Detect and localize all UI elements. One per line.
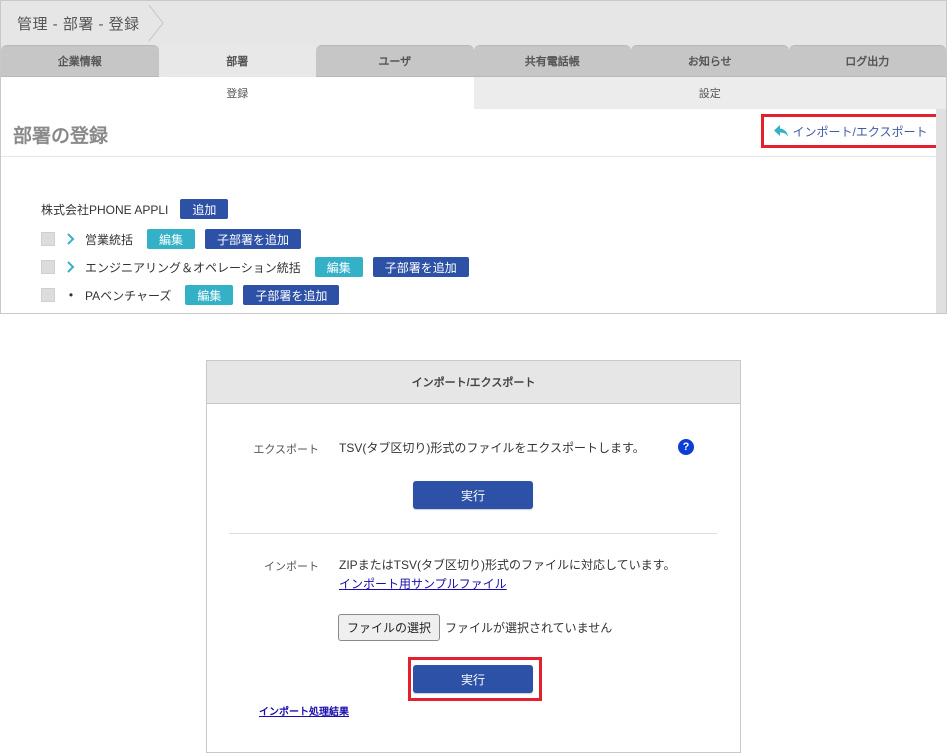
choose-file-button[interactable]: ファイルの選択 xyxy=(338,614,441,641)
tree-row: エンジニアリング＆オペレーション統括 編集 子部署を追加 xyxy=(41,257,479,277)
import-export-label: インポート/エクスポート xyxy=(792,124,928,139)
row-checkbox[interactable] xyxy=(41,288,55,302)
tab-notices[interactable]: お知らせ xyxy=(631,45,789,77)
page-title: 部署の登録 xyxy=(13,126,109,147)
edit-button[interactable]: 編集 xyxy=(185,285,234,305)
company-name: 株式会社PHONE APPLI xyxy=(41,202,169,217)
import-execute-button[interactable]: 実行 xyxy=(413,665,533,693)
tab-company-info[interactable]: 企業情報 xyxy=(1,45,159,77)
edit-button[interactable]: 編集 xyxy=(314,257,363,277)
chevron-right-icon[interactable] xyxy=(65,260,77,274)
tab-department[interactable]: 部署 xyxy=(158,45,316,77)
department-admin-panel: 管理 - 部署 - 登録 企業情報 部署 ユーザ 共有電話帳 お知らせ ログ出力… xyxy=(0,0,947,314)
file-status: ファイルが選択されていません xyxy=(445,621,613,635)
tree-row: 営業統括 編集 子部署を追加 xyxy=(41,229,479,249)
export-label: エクスポート xyxy=(253,444,319,456)
department-name: PAベンチャーズ xyxy=(85,288,172,303)
subtab-settings[interactable]: 設定 xyxy=(473,77,946,109)
breadcrumb-bar: 管理 - 部署 - 登録 xyxy=(1,1,946,45)
import-export-link[interactable]: インポート/エクスポート xyxy=(761,114,939,148)
row-checkbox[interactable] xyxy=(41,260,55,274)
tree-row: • PAベンチャーズ 編集 子部署を追加 xyxy=(41,285,479,305)
file-input: ファイルの選択 ファイルが選択されていません xyxy=(338,614,612,641)
tab-user[interactable]: ユーザ xyxy=(316,45,474,77)
reply-arrow-icon xyxy=(773,125,788,137)
department-tree: 株式会社PHONE APPLI 追加 営業統括 編集 子部署を追加 エンジニアリ… xyxy=(41,199,479,313)
import-label: インポート xyxy=(264,561,319,573)
add-child-department-button[interactable]: 子部署を追加 xyxy=(205,229,302,249)
tab-log-output[interactable]: ログ出力 xyxy=(788,45,946,77)
export-description: TSV(タブ区切り)形式のファイルをエクスポートします。 xyxy=(339,441,645,455)
import-description: ZIPまたはTSV(タブ区切り)形式のファイルに対応しています。 xyxy=(339,558,676,572)
add-department-button[interactable]: 追加 xyxy=(180,199,229,219)
import-result-link[interactable]: インポート処理結果 xyxy=(259,703,349,718)
main-tabs: 企業情報 部署 ユーザ 共有電話帳 お知らせ ログ出力 xyxy=(1,45,946,77)
dialog-title: インポート/エクスポート xyxy=(207,361,740,404)
department-name: エンジニアリング＆オペレーション統括 xyxy=(85,260,301,275)
breadcrumb-separator-icon xyxy=(148,4,164,42)
title-divider xyxy=(1,156,936,157)
row-checkbox[interactable] xyxy=(41,232,55,246)
export-execute-button[interactable]: 実行 xyxy=(413,481,533,509)
content-area: 部署の登録 インポート/エクスポート 株式会社PHONE APPLI 追加 営業… xyxy=(1,109,939,313)
tree-root: 株式会社PHONE APPLI 追加 xyxy=(41,199,479,219)
subtab-register[interactable]: 登録 xyxy=(1,77,474,109)
section-divider xyxy=(229,533,717,534)
chevron-right-icon[interactable] xyxy=(65,232,77,246)
bullet-icon: • xyxy=(68,288,74,302)
help-icon[interactable]: ? xyxy=(678,439,694,455)
tab-shared-phonebook[interactable]: 共有電話帳 xyxy=(473,45,631,77)
sub-tabs: 登録 設定 xyxy=(1,77,946,109)
vertical-scrollbar[interactable] xyxy=(936,109,946,313)
edit-button[interactable]: 編集 xyxy=(147,229,196,249)
department-name: 営業統括 xyxy=(85,232,134,247)
add-child-department-button[interactable]: 子部署を追加 xyxy=(243,285,340,305)
sample-file-link[interactable]: インポート用サンプルファイル xyxy=(339,575,507,592)
add-child-department-button[interactable]: 子部署を追加 xyxy=(372,257,469,277)
breadcrumb: 管理 - 部署 - 登録 xyxy=(17,16,140,33)
import-export-dialog: インポート/エクスポート エクスポート TSV(タブ区切り)形式のファイルをエク… xyxy=(206,360,741,753)
